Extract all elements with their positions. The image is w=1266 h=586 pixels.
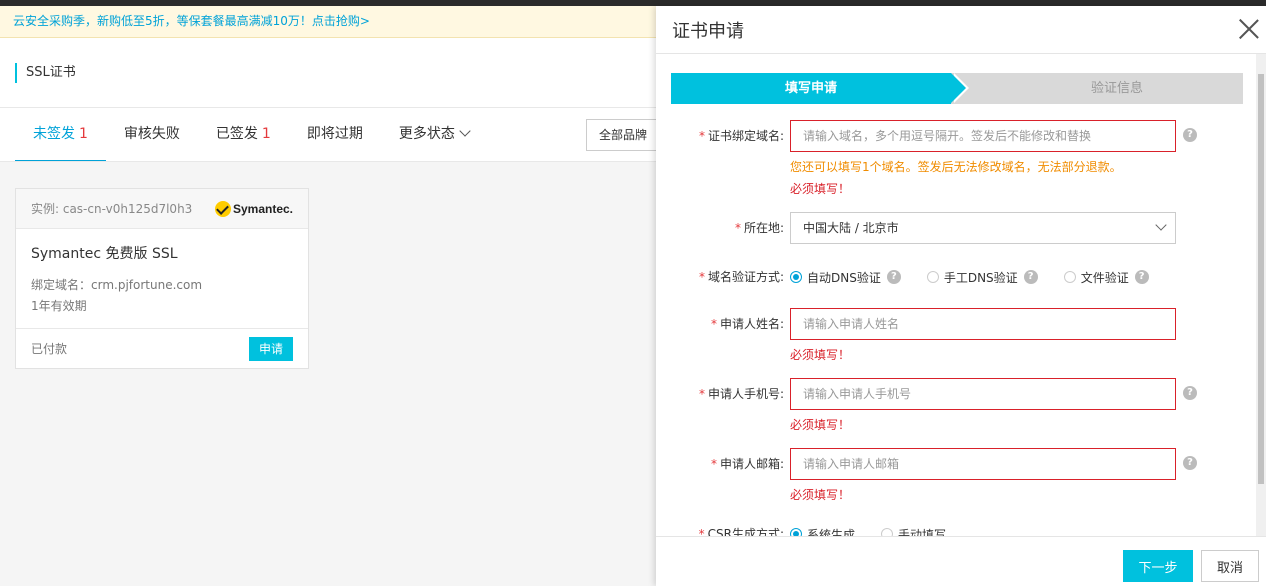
page-title: SSL证书	[15, 63, 76, 83]
help-icon[interactable]: ?	[1183, 456, 1197, 470]
location-select[interactable]: 中国大陆 / 北京市	[790, 212, 1176, 244]
scrollbar-thumb[interactable]	[1258, 74, 1264, 484]
applicant-phone-error: 必须填写！	[790, 418, 851, 432]
step-verify-info: 验证信息	[951, 73, 1243, 104]
radio-dot[interactable]	[790, 271, 802, 283]
brand-filter-select[interactable]: 全部品牌	[586, 119, 666, 151]
card-footer: 已付款 申请	[16, 328, 308, 368]
radio-dot[interactable]	[1063, 271, 1076, 283]
verify-method-label: * 域名验证方式:	[698, 270, 784, 284]
help-icon[interactable]: ?	[1183, 128, 1197, 142]
drawer-footer: 下一步 取消	[656, 536, 1266, 586]
tab-unissued[interactable]: 未签发 1	[15, 108, 106, 162]
checkmark-icon	[214, 200, 231, 217]
applicant-email-input[interactable]	[790, 448, 1176, 480]
bound-domain: 绑定域名：crm.pjfortune.com	[31, 278, 203, 292]
domain-hint: 您还可以填写1个域名。签发后无法修改域名，无法部分退款。	[790, 160, 1122, 174]
applicant-name-error: 必须填写！	[790, 348, 851, 362]
tab-review-failed[interactable]: 审核失败	[106, 108, 198, 162]
tab-label: 更多状态	[398, 126, 455, 142]
applicant-name-input[interactable]	[790, 308, 1176, 340]
tab-label: 即将过期	[306, 126, 363, 142]
help-icon[interactable]: ?	[1134, 270, 1149, 284]
help-icon[interactable]: ?	[1183, 386, 1197, 400]
radio-label: 手工DNS验证	[943, 270, 1018, 285]
validity: 1年有效期	[31, 299, 87, 313]
step-fill-application: 填写申请	[671, 73, 969, 104]
step-indicator: 填写申请 验证信息	[671, 73, 1243, 104]
tab-label: 未签发	[33, 126, 75, 142]
symantec-logo: Symantec.	[214, 200, 293, 217]
chevron-down-icon	[1155, 219, 1167, 231]
card-body: Symantec 免费版 SSL 绑定域名：crm.pjfortune.com …	[16, 229, 308, 329]
tab-more-status[interactable]: 更多状态	[381, 108, 487, 162]
applicant-email-label: * 申请人邮箱:	[710, 457, 784, 471]
radio-auto-dns[interactable]: 自动DNS验证?	[790, 269, 901, 286]
tab-issued[interactable]: 已签发 1	[198, 108, 289, 162]
drawer-title: 证书申请	[672, 21, 744, 42]
tab-count: 1	[79, 126, 88, 142]
location-label: * 所在地:	[734, 221, 784, 235]
tab-expiring[interactable]: 即将过期	[289, 108, 381, 162]
domain-input[interactable]	[790, 120, 1176, 152]
product-name: Symantec 免费版 SSL	[31, 246, 178, 262]
next-step-button[interactable]: 下一步	[1123, 550, 1193, 582]
drawer-header: 证书申请	[656, 6, 1266, 54]
verify-method-radios: 自动DNS验证? 手工DNS验证? 文件验证?	[790, 262, 1175, 292]
radio-label: 文件验证	[1080, 270, 1129, 285]
radio-manual-dns[interactable]: 手工DNS验证?	[926, 269, 1038, 286]
promo-text[interactable]: 云安全采购季，新购低至5折，等保套餐最高满减10万！点击抢购>	[13, 14, 370, 28]
close-icon[interactable]	[1238, 18, 1260, 40]
applicant-phone-input[interactable]	[790, 378, 1176, 410]
radio-file-verify[interactable]: 文件验证?	[1063, 269, 1149, 286]
help-icon[interactable]: ?	[886, 270, 901, 284]
cancel-button[interactable]: 取消	[1201, 550, 1259, 582]
scrollbar[interactable]	[1256, 54, 1266, 540]
radio-dot[interactable]	[926, 271, 939, 283]
payment-status: 已付款	[31, 342, 68, 356]
domain-label: * 证书绑定域名:	[698, 129, 784, 143]
certificate-card: 实例: cas-cn-v0h125d7l0h3 Symantec. Symant…	[15, 188, 309, 369]
apply-button[interactable]: 申请	[248, 336, 293, 361]
applicant-name-label: * 申请人姓名:	[710, 317, 784, 331]
certificate-apply-drawer: 证书申请 填写申请 验证信息 *证书绑定域名: ? 您还可以填写1个域名。签发后…	[656, 6, 1266, 586]
status-tabs: 未签发 1 审核失败 已签发 1 即将过期 更多状态	[15, 108, 487, 162]
card-header: 实例: cas-cn-v0h125d7l0h3 Symantec.	[16, 189, 308, 229]
radio-label: 自动DNS验证	[807, 270, 881, 285]
promo-banner[interactable]: 云安全采购季，新购低至5折，等保套餐最高满减10万！点击抢购>	[0, 6, 656, 38]
applicant-phone-label: * 申请人手机号:	[698, 387, 784, 401]
chevron-down-icon	[459, 125, 471, 137]
tab-count: 1	[261, 126, 271, 142]
tab-label: 已签发	[215, 126, 258, 142]
instance-id: 实例: cas-cn-v0h125d7l0h3	[31, 202, 193, 216]
tab-label: 审核失败	[123, 126, 180, 142]
logo-text: Symantec.	[232, 201, 293, 216]
applicant-email-error: 必须填写！	[790, 488, 851, 502]
domain-error: 必须填写！	[790, 182, 851, 196]
help-icon[interactable]: ?	[1023, 270, 1038, 284]
location-value: 中国大陆 / 北京市	[803, 221, 899, 235]
